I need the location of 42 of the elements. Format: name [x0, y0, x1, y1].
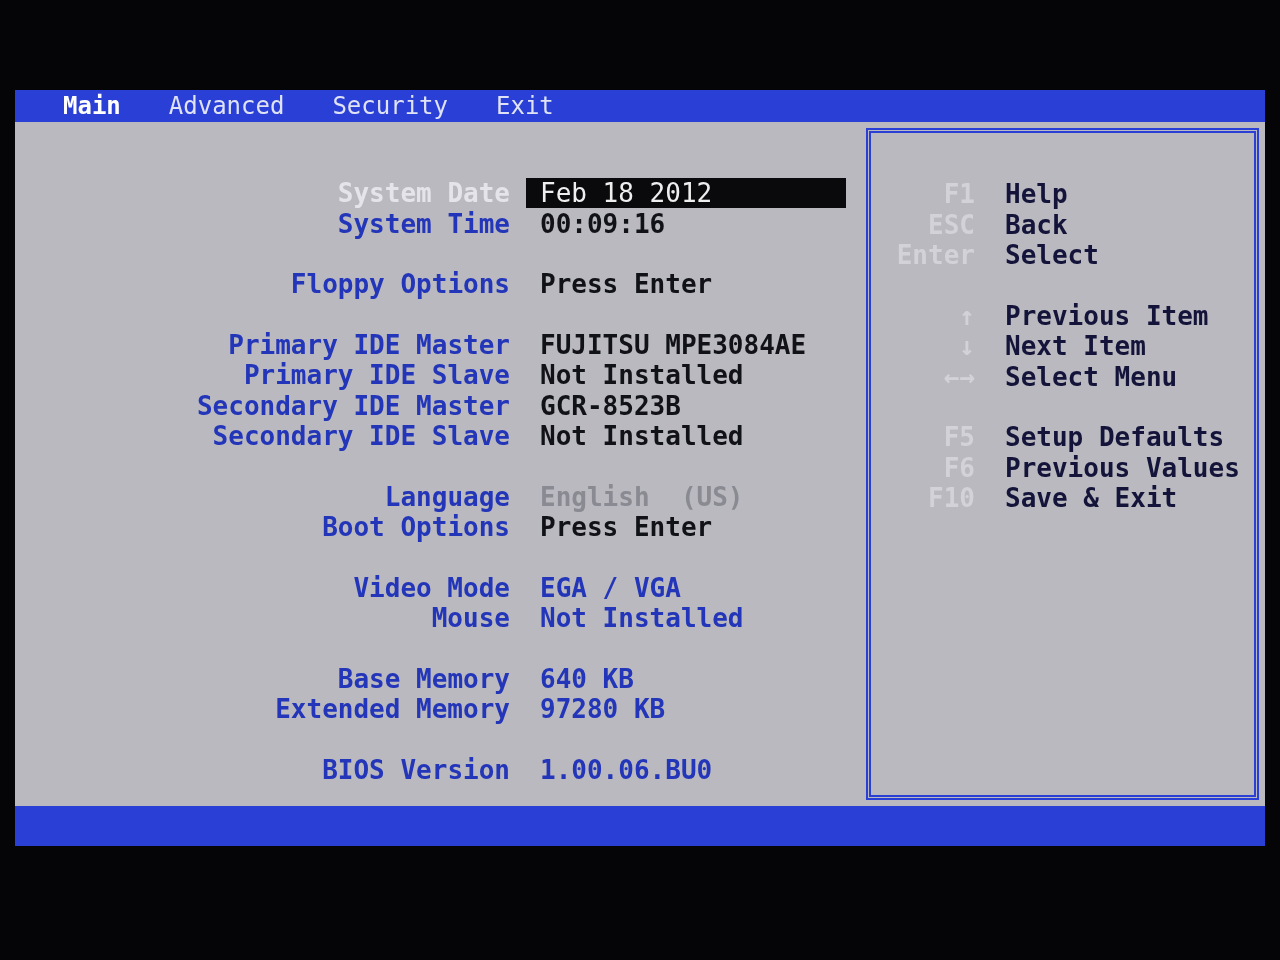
setting-label[interactable]: Primary IDE Slave	[243, 360, 510, 391]
key-label: ↑	[959, 300, 975, 331]
setting-label[interactable]: BIOS Version	[322, 754, 510, 785]
menu-tab[interactable]: Advanced	[168, 92, 285, 120]
setting-value[interactable]: Press Enter	[526, 512, 846, 543]
setting-label[interactable]: Extended Memory	[275, 694, 510, 725]
key-action: Select Menu	[1005, 361, 1179, 392]
setting-value[interactable]: GCR-8523B	[526, 390, 846, 421]
setting-label[interactable]: Base Memory	[337, 663, 510, 694]
menu-tab[interactable]: Exit	[496, 92, 554, 120]
setting-label[interactable]: Primary IDE Master	[228, 329, 510, 360]
key-action: Help	[1005, 179, 1069, 210]
setting-value[interactable]: FUJITSU MPE3084AE	[526, 329, 846, 360]
setting-label[interactable]: Secondary IDE Slave	[212, 421, 510, 452]
menu-tab[interactable]: Main	[63, 92, 121, 120]
key-action: Select	[1005, 240, 1100, 271]
key-label: ←→	[943, 361, 975, 392]
setting-value[interactable]: Feb 18 2012	[526, 178, 846, 209]
setting-label[interactable]: Secondary IDE Master	[196, 390, 510, 421]
setting-value[interactable]: Not Installed	[526, 360, 846, 391]
setting-label[interactable]: Floppy Options	[290, 269, 510, 300]
setting-value: Not Installed	[539, 603, 745, 634]
setting-label[interactable]: System Time	[337, 208, 510, 239]
setting-value: 97280 KB	[539, 694, 667, 725]
key-action: Previous Values	[1005, 452, 1241, 483]
key-action: Setup Defaults	[1005, 422, 1226, 453]
key-label: ↓	[959, 331, 975, 362]
setting-value[interactable]: 00:09:16	[526, 208, 846, 239]
setting-value[interactable]: Press Enter	[526, 269, 846, 300]
menu-tab[interactable]: Security	[332, 92, 448, 120]
setting-label[interactable]: Mouse	[431, 603, 510, 634]
setting-label[interactable]: Video Mode	[353, 572, 510, 603]
setting-value: 640 KB	[539, 663, 635, 694]
setting-value[interactable]: Not Installed	[526, 421, 846, 452]
setting-value: 1.00.06.BU0	[539, 754, 714, 785]
setting-label[interactable]: Boot Options	[322, 512, 510, 543]
key-action: Back	[1005, 209, 1069, 240]
key-action: Previous Item	[1005, 300, 1210, 331]
setting-label[interactable]: Language	[384, 481, 510, 512]
key-action: Next Item	[1005, 331, 1147, 362]
setting-value: EGA / VGA	[539, 572, 682, 603]
key-action: Save & Exit	[1005, 483, 1179, 514]
